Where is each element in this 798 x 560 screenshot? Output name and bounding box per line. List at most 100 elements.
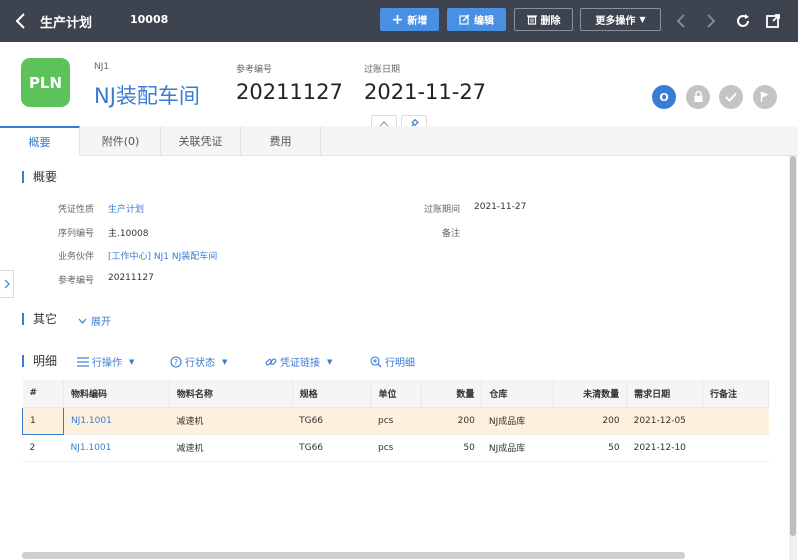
doc-number: 10008 <box>130 13 169 26</box>
col-header-required-date[interactable]: 需求日期 <box>626 380 704 408</box>
table-row[interactable]: 1 NJ1.1001 减速机 TG66 pcs 200 NJ成品库 200 20… <box>22 406 769 435</box>
question-circle-icon: ? <box>170 355 182 368</box>
cell-warehouse: NJ成品库 <box>481 434 554 462</box>
tab-attachments[interactable]: 附件(0) <box>81 126 161 156</box>
line-status-menu[interactable]: ? 行状态 ▼ <box>170 354 227 369</box>
field-value-doc-nature[interactable]: 生产计划 <box>108 202 144 215</box>
field-value-period: 2021-11-27 <box>474 202 527 212</box>
col-header-line-remark[interactable]: 行备注 <box>702 380 769 408</box>
col-header-item-code[interactable]: 物料编码 <box>63 380 170 408</box>
cell-item-code[interactable]: NJ1.1001 <box>63 407 170 435</box>
back-arrow-icon[interactable] <box>14 11 28 31</box>
cell-required-date: 2021-12-05 <box>626 407 703 435</box>
doc-link-menu[interactable]: 凭证链接 ▼ <box>265 354 332 369</box>
overview-section-title: 概要 <box>22 171 57 183</box>
svg-text:?: ? <box>174 358 178 367</box>
tab-overview[interactable]: 概要 <box>0 126 80 156</box>
list-icon <box>77 356 89 367</box>
cell-index[interactable]: 1 <box>22 406 64 435</box>
link-icon <box>265 358 277 365</box>
cell-item-name: 减速机 <box>169 407 293 435</box>
col-header-index[interactable]: # <box>22 380 64 408</box>
check-icon[interactable] <box>719 85 743 109</box>
date-value: 2021-11-27 <box>364 80 487 104</box>
next-record-icon[interactable] <box>701 11 721 31</box>
delete-button[interactable]: 删除 <box>514 8 573 31</box>
more-actions-label: 更多操作 <box>595 16 636 27</box>
zoom-icon <box>370 355 382 367</box>
col-header-unit[interactable]: 单位 <box>370 380 423 408</box>
cell-qty: 50 <box>421 434 482 462</box>
field-label: 过账期间 <box>423 205 460 215</box>
tab-related-docs[interactable]: 关联凭证 <box>161 126 241 156</box>
trash-icon <box>526 15 537 25</box>
col-header-warehouse[interactable]: 仓库 <box>481 380 555 408</box>
field-value-partner[interactable]: [工作中心] NJ1 NJ装配车间 <box>108 249 217 262</box>
delete-button-label: 删除 <box>540 16 561 27</box>
line-detail-label: 行明细 <box>385 358 415 369</box>
chevron-down-icon <box>78 318 87 324</box>
tab-costs[interactable]: 费用 <box>241 126 321 156</box>
cell-open-qty: 50 <box>553 434 627 462</box>
table-header-row: # 物料编码 物料名称 规格 单位 数量 仓库 未清数量 需求日期 行备注 <box>22 380 769 408</box>
edit-icon <box>459 14 470 25</box>
horizontal-scrollbar[interactable] <box>22 552 685 559</box>
cell-spec: TG66 <box>292 434 371 462</box>
cell-warehouse: NJ成品库 <box>481 407 554 435</box>
line-ops-menu[interactable]: 行操作 ▼ <box>77 354 134 369</box>
status-open-badge[interactable]: O <box>652 85 676 109</box>
cell-spec: TG66 <box>292 407 371 435</box>
other-section-title: 其它 <box>22 313 57 325</box>
expand-label: 展开 <box>91 317 111 328</box>
caret-down-icon: ▼ <box>222 357 228 366</box>
vertical-scrollbar[interactable] <box>789 156 797 560</box>
expand-toggle[interactable]: 展开 <box>78 313 111 328</box>
document-type-logo: PLN <box>21 58 70 107</box>
code-value[interactable]: NJ装配车间 <box>94 80 200 110</box>
table-row[interactable]: 2 NJ1.1001 减速机 TG66 pcs 50 NJ成品库 50 2021… <box>22 434 769 462</box>
scrollbar-thumb[interactable] <box>790 156 796 536</box>
ref-value: 20211127 <box>236 80 343 104</box>
plus-icon: + <box>391 11 404 28</box>
cell-index[interactable]: 2 <box>22 434 64 462</box>
col-header-item-name[interactable]: 物料名称 <box>169 380 293 408</box>
col-header-qty[interactable]: 数量 <box>421 380 483 408</box>
field-label: 备注 <box>441 229 460 239</box>
lock-icon[interactable] <box>686 85 710 109</box>
open-external-icon[interactable] <box>763 11 783 31</box>
cell-unit: pcs <box>370 434 422 462</box>
field-label: 业务伙伴 <box>57 252 94 262</box>
new-button-label: 新增 <box>407 16 428 27</box>
field-value-ref: 20211127 <box>108 273 154 283</box>
caret-down-icon: ▼ <box>639 15 646 24</box>
ref-label: 参考编号 <box>236 65 273 75</box>
line-detail-button[interactable]: 行明细 <box>370 354 415 369</box>
cell-item-name: 减速机 <box>169 434 293 462</box>
tab-bar: 概要 附件(0) 关联凭证 费用 <box>0 126 798 156</box>
side-expand-icon[interactable] <box>0 270 14 298</box>
field-label: 序列编号 <box>57 229 94 239</box>
cell-qty: 200 <box>421 407 482 435</box>
col-header-open-qty[interactable]: 未清数量 <box>553 380 628 408</box>
page-title: 生产计划 <box>40 16 93 31</box>
refresh-icon[interactable] <box>733 11 753 31</box>
new-button[interactable]: + 新增 <box>380 8 439 31</box>
line-ops-label: 行操作 <box>92 358 122 369</box>
top-bar: 生产计划 10008 + 新增 编辑 删除 更多操作 ▼ <box>0 0 798 42</box>
field-value-serial: 主.10008 <box>108 229 149 239</box>
caret-down-icon: ▼ <box>129 357 135 366</box>
col-header-spec[interactable]: 规格 <box>292 380 372 408</box>
flag-icon[interactable] <box>753 85 777 109</box>
cell-required-date: 2021-12-10 <box>626 434 703 462</box>
cell-line-remark <box>702 407 769 435</box>
prev-record-icon[interactable] <box>671 11 691 31</box>
field-label: 参考编号 <box>57 276 94 286</box>
document-header: PLN NJ1 NJ装配车间 参考编号 20211127 过账日期 2021-1… <box>0 42 798 126</box>
cell-line-remark <box>702 434 769 462</box>
cell-item-code[interactable]: NJ1.1001 <box>63 434 170 462</box>
edit-button[interactable]: 编辑 <box>447 8 506 31</box>
detail-table: # 物料编码 物料名称 规格 单位 数量 仓库 未清数量 需求日期 行备注 1 … <box>22 380 769 462</box>
edit-button-label: 编辑 <box>474 16 494 27</box>
more-actions-button[interactable]: 更多操作 ▼ <box>580 8 661 31</box>
field-label: 凭证性质 <box>57 205 94 215</box>
